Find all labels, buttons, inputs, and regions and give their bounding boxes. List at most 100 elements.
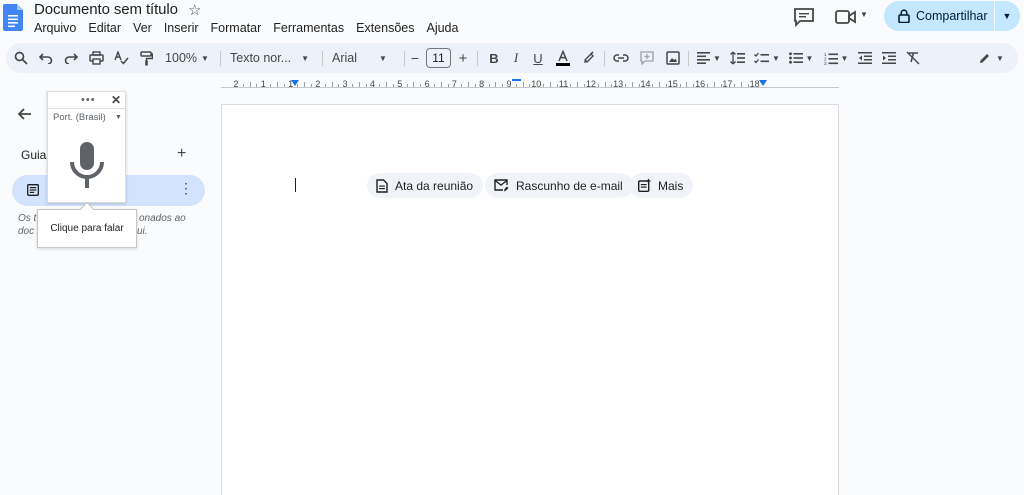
email-draft-chip[interactable]: Rascunho de e-mail bbox=[485, 173, 633, 198]
align-icon[interactable]: ▼ bbox=[694, 43, 724, 73]
lock-icon bbox=[898, 9, 910, 23]
more-templates-chip[interactable]: Mais bbox=[629, 173, 694, 198]
bulleted-list-icon[interactable]: ▼ bbox=[786, 43, 816, 73]
undo-icon[interactable] bbox=[35, 43, 57, 73]
menu-arquivo[interactable]: Arquivo bbox=[34, 21, 76, 35]
paint-format-icon[interactable] bbox=[135, 43, 157, 73]
ruler-tick bbox=[379, 84, 381, 87]
insert-image-icon[interactable] bbox=[662, 43, 684, 73]
ruler-label: 18 bbox=[749, 79, 760, 89]
menu-formatar[interactable]: Formatar bbox=[211, 21, 262, 35]
document-title[interactable]: Documento sem título bbox=[34, 1, 178, 18]
ruler-tick bbox=[570, 84, 572, 87]
ruler-tick bbox=[242, 84, 244, 87]
first-line-indent-marker[interactable] bbox=[512, 79, 521, 81]
menu-extensoes[interactable]: Extensões bbox=[356, 21, 414, 35]
menu-ferramentas[interactable]: Ferramentas bbox=[273, 21, 344, 35]
share-button[interactable]: Compartilhar ▼ bbox=[884, 1, 1020, 31]
print-icon[interactable] bbox=[85, 43, 107, 73]
ruler-label: 7 bbox=[451, 79, 457, 89]
meeting-notes-chip[interactable]: Ata da reunião bbox=[367, 173, 484, 198]
editing-mode-icon[interactable]: ▼ bbox=[972, 43, 1010, 73]
ruler-label: 8 bbox=[479, 79, 485, 89]
checklist-icon[interactable]: ▼ bbox=[752, 43, 782, 73]
ruler-tick bbox=[256, 84, 258, 87]
video-call-icon[interactable] bbox=[834, 7, 858, 27]
search-menus-icon[interactable] bbox=[10, 43, 32, 73]
underline-icon[interactable]: U bbox=[528, 43, 548, 73]
ruler-tick bbox=[597, 84, 599, 87]
zoom-select[interactable]: 100% ▼ bbox=[161, 43, 213, 73]
ruler-tick bbox=[549, 82, 551, 87]
ruler-tick bbox=[515, 84, 517, 87]
ruler-label: 1 bbox=[288, 79, 294, 89]
text-cursor bbox=[295, 178, 296, 192]
hint-text: Os t bbox=[18, 213, 37, 224]
ruler-tick bbox=[474, 84, 476, 87]
docs-logo-icon[interactable] bbox=[3, 4, 23, 31]
numbered-list-icon[interactable]: 123 ▼ bbox=[820, 43, 852, 73]
italic-icon[interactable]: I bbox=[506, 43, 526, 73]
more-vertical-icon[interactable]: ⋮ bbox=[179, 181, 193, 195]
chevron-down-icon: ▼ bbox=[996, 53, 1004, 63]
drag-handle-icon[interactable]: ••• bbox=[81, 94, 96, 106]
ruler-tick bbox=[249, 82, 251, 87]
tooltip: Clique para falar bbox=[37, 201, 137, 248]
menu-ajuda[interactable]: Ajuda bbox=[426, 21, 458, 35]
chip-label: Mais bbox=[658, 178, 684, 193]
ruler-tick bbox=[392, 84, 394, 87]
ruler-tick bbox=[679, 84, 681, 87]
ruler-label: 2 bbox=[233, 79, 239, 89]
ruler-tick bbox=[495, 82, 497, 87]
menu-ver[interactable]: Ver bbox=[133, 21, 152, 35]
redo-icon[interactable] bbox=[60, 43, 82, 73]
menu-inserir[interactable]: Inserir bbox=[164, 21, 199, 35]
line-spacing-icon[interactable] bbox=[726, 43, 748, 73]
document-page[interactable] bbox=[221, 104, 839, 495]
voice-language-select[interactable]: Port. (Brasil) bbox=[53, 112, 106, 123]
decrease-indent-icon[interactable] bbox=[854, 43, 876, 73]
ruler-baseline bbox=[221, 87, 839, 88]
increase-indent-icon[interactable] bbox=[878, 43, 900, 73]
document-tab-icon bbox=[27, 184, 39, 196]
ruler-tick bbox=[276, 82, 278, 87]
microphone-icon[interactable] bbox=[68, 142, 106, 190]
ruler-tick bbox=[734, 84, 736, 87]
paragraph-style-select[interactable]: Texto nor... ▼ bbox=[228, 43, 314, 73]
ruler-tick bbox=[631, 82, 633, 87]
ruler-tick bbox=[652, 84, 654, 87]
ruler-label: 9 bbox=[506, 79, 512, 89]
share-label: Compartilhar bbox=[916, 9, 988, 23]
chevron-down-icon[interactable]: ▼ bbox=[115, 114, 122, 121]
right-indent-marker[interactable] bbox=[759, 80, 767, 86]
share-options-chevron-icon[interactable]: ▼ bbox=[995, 11, 1019, 21]
toolbar-divider bbox=[477, 51, 478, 66]
ruler-tick bbox=[713, 82, 715, 87]
ruler[interactable]: 2 1 1 2 3 4 5 6 7 8 9 10 11 12 13 14 15 16 17 18 bbox=[221, 78, 839, 92]
chevron-down-icon: ▼ bbox=[301, 53, 310, 63]
font-size-input[interactable]: 11 bbox=[426, 48, 451, 68]
menu-editar[interactable]: Editar bbox=[88, 21, 121, 35]
ruler-label: 17 bbox=[722, 79, 733, 89]
add-comment-icon[interactable] bbox=[636, 43, 658, 73]
font-family-select[interactable]: Arial ▼ bbox=[330, 43, 398, 73]
increase-font-size-button[interactable]: + bbox=[455, 43, 471, 73]
clear-formatting-icon[interactable] bbox=[902, 43, 924, 73]
bold-icon[interactable]: B bbox=[484, 43, 504, 73]
share-main[interactable]: Compartilhar bbox=[884, 1, 994, 31]
toolbar-divider bbox=[604, 51, 605, 66]
ruler-tick bbox=[406, 84, 408, 87]
back-arrow-icon[interactable] bbox=[16, 105, 34, 123]
comments-icon[interactable] bbox=[792, 7, 816, 27]
insert-link-icon[interactable] bbox=[610, 43, 632, 73]
ruler-label: 4 bbox=[369, 79, 376, 89]
text-color-icon[interactable] bbox=[552, 43, 574, 73]
star-icon[interactable]: ☆ bbox=[188, 1, 201, 19]
add-tab-icon[interactable]: + bbox=[177, 145, 186, 163]
ruler-tick bbox=[324, 84, 326, 87]
close-icon[interactable]: ✕ bbox=[111, 93, 121, 107]
chevron-down-icon[interactable]: ▼ bbox=[860, 10, 868, 19]
highlight-color-icon[interactable] bbox=[578, 43, 600, 73]
decrease-font-size-button[interactable]: − bbox=[407, 43, 423, 73]
spellcheck-icon[interactable] bbox=[110, 43, 132, 73]
